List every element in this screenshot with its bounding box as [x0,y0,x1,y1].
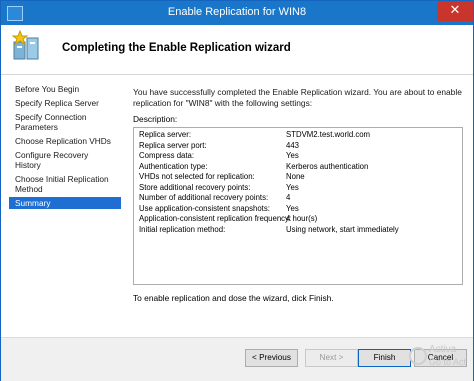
setting-value: STDVM2.test.world.com [286,130,371,139]
setting-row: Authentication type: Kerberos authentica… [134,162,462,173]
nav-step-choose-initial-replication-method[interactable]: Choose Initial Replication Method [9,173,121,195]
wizard-header: Completing the Enable Replication wizard [1,25,473,75]
setting-label: Compress data: [139,151,195,160]
summary-intro-text: You have successfully completed the Enab… [133,87,462,108]
replication-wizard-icon [12,30,39,60]
finish-instructions: To enable replication and dose the wizar… [133,293,334,303]
setting-value: None [286,172,305,181]
watermark-ring-icon [409,347,427,365]
setting-label: Replica server: [139,130,191,139]
nav-step-configure-recovery-history[interactable]: Configure Recovery History [9,149,121,171]
setting-row: Initial replication method: Using networ… [134,225,462,236]
close-button[interactable]: ✕ [437,1,473,21]
watermark-line-2: Go to Act [429,357,467,367]
setting-value: 443 [286,140,300,150]
setting-value: Yes [286,203,299,213]
nav-step-before-you-begin[interactable]: Before You Begin [9,83,121,95]
nav-step-summary[interactable]: Summary [9,197,121,209]
setting-label: Initial replication method: [139,224,226,234]
nav-step-specify-replica-server[interactable]: Specify Replica Server [9,97,121,109]
setting-row: Number of additional recovery points: 4 [134,193,462,204]
setting-value: Yes [286,182,299,192]
setting-row: VHDs not selected for replication: None [134,172,462,183]
watermark-line-1: Activa [429,344,457,355]
window-title: Enable Replication for WIN8 [167,6,307,18]
setting-row: Replica server: STDVM2.test.world.com [134,130,462,141]
title-bar[interactable]: Enable Replication for WIN8 ✕ [1,1,473,25]
setting-row: Compress data: Yes [134,151,462,162]
setting-value: Yes [286,151,299,160]
setting-label: Replica server port: [139,140,207,150]
setting-row: Replica server port: 443 [134,141,462,152]
finish-button[interactable]: Finish [358,349,411,367]
setting-label: Use application-consistent snapshots: [139,203,270,213]
nav-step-choose-replication-vhds[interactable]: Choose Replication VHDs [9,135,121,147]
wizard-window: Enable Replication for WIN8 ✕ Completing… [0,0,474,381]
setting-label: Store additional recovery points: [139,182,251,192]
summary-intro-area: You have successfully completed the Enab… [133,87,465,109]
setting-label: VHDs not selected for replication: [139,172,255,181]
setting-row: Use application-consistent snapshots: Ye… [134,204,462,215]
setting-row: Application-consistent replication frequ… [134,214,462,225]
setting-label: Authentication type: [139,161,208,171]
setting-label: Application-consistent replication frequ… [139,214,292,223]
setting-value: Using network, start immediately [286,224,399,234]
previous-button[interactable]: < Previous [245,349,298,367]
wizard-content: Before You Begin Specify Replica Server … [1,75,473,337]
setting-label: Number of additional recovery points: [139,193,269,202]
setting-value: Kerberos authentication [286,161,369,171]
setting-value: 4 hour(s) [286,214,318,223]
activation-watermark: Activa Go to Act [409,339,473,381]
wizard-footer: < Previous Next > Finish Cancel [1,337,473,381]
next-button[interactable]: Next > [305,349,358,367]
description-box[interactable]: Replica server: STDVM2.test.world.com Re… [133,127,463,285]
setting-row: Store additional recovery points: Yes [134,183,462,194]
page-heading: Completing the Enable Replication wizard [62,42,291,54]
nav-step-specify-connection-parameters[interactable]: Specify Connection Parameters [9,111,121,133]
wizard-steps-nav: Before You Begin Specify Replica Server … [9,83,121,211]
settings-list: Replica server: STDVM2.test.world.com Re… [134,130,462,235]
setting-value: 4 [286,193,291,202]
description-label: Description: [133,114,178,124]
